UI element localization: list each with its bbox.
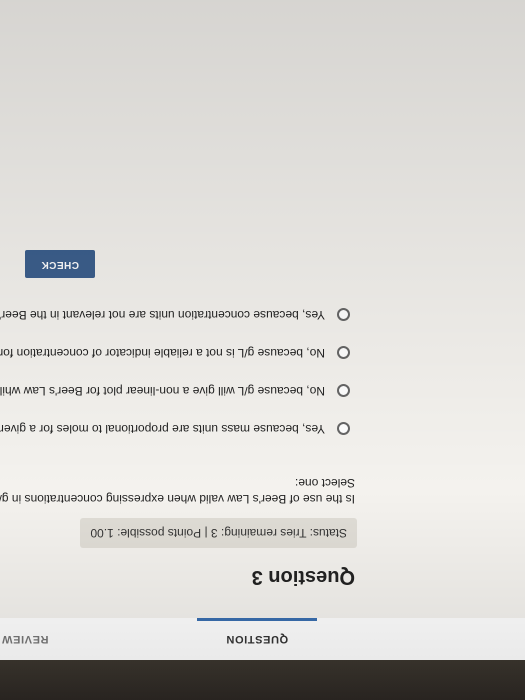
question-prompt: Is the use of Beer's Law valid when expr…	[0, 492, 355, 506]
answer-option-4[interactable]: Yes, because concentration units are not…	[0, 296, 350, 334]
tab-review[interactable]: REVIEW	[0, 618, 85, 660]
answer-option-label: No, because g/L will give a non-linear p…	[0, 384, 325, 398]
answer-options: Yes, because mass units are proportional…	[0, 296, 350, 448]
answer-option-2[interactable]: No, because g/L will give a non-linear p…	[0, 372, 350, 410]
answer-option-1[interactable]: Yes, because mass units are proportional…	[0, 410, 350, 448]
photo-background: QUESTION REVIEW Question 3 Status: Tries…	[0, 0, 525, 700]
radio-button-icon[interactable]	[337, 346, 350, 360]
answer-option-label: Yes, because concentration units are not…	[0, 308, 325, 322]
select-one-label: Select one:	[294, 476, 355, 490]
answer-option-label: No, because g/L is not a reliable indica…	[0, 346, 325, 360]
radio-button-icon[interactable]	[337, 422, 350, 436]
radio-button-icon[interactable]	[337, 384, 350, 398]
answer-option-3[interactable]: No, because g/L is not a reliable indica…	[0, 334, 350, 372]
screen-bezel	[0, 660, 525, 700]
quiz-screen: QUESTION REVIEW Question 3 Status: Tries…	[0, 0, 525, 700]
answer-option-label: Yes, because mass units are proportional…	[0, 422, 325, 436]
radio-button-icon[interactable]	[337, 308, 350, 322]
check-button[interactable]: CHECK	[25, 250, 95, 278]
tab-question[interactable]: QUESTION	[157, 618, 357, 660]
tab-bar: QUESTION REVIEW	[0, 617, 525, 660]
question-panel: Question 3 Status: Tries remaining: 3 | …	[0, 0, 525, 618]
question-title: Question 3	[251, 566, 355, 588]
status-badge: Status: Tries remaining: 3 | Points poss…	[80, 518, 357, 548]
